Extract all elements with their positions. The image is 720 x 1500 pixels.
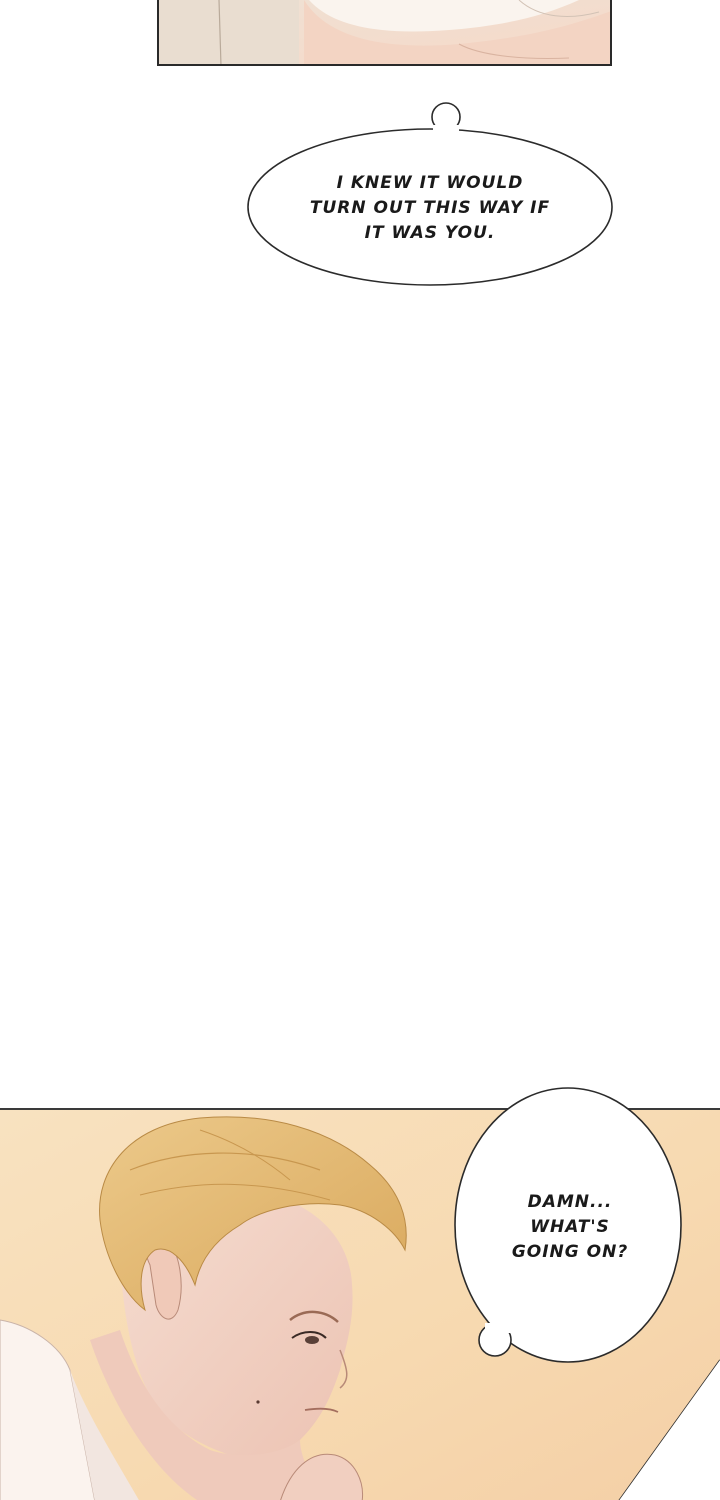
bubble-1-line-2: TURN OUT THIS WAY IF xyxy=(309,198,551,218)
bubble-2-line-1: DAMN... xyxy=(527,1192,613,1212)
bubble-2-line-2: WHAT'S xyxy=(530,1217,610,1237)
speech-bubble-2: DAMN... WHAT'S GOING ON? xyxy=(450,1085,690,1375)
speech-bubble-1-text: I KNEW IT WOULD TURN OUT THIS WAY IF IT … xyxy=(280,171,580,246)
speech-bubble-2-text: DAMN... WHAT'S GOING ON? xyxy=(470,1190,670,1265)
bubble-1-line-3: IT WAS YOU. xyxy=(364,223,496,243)
top-panel-illustration xyxy=(159,0,610,64)
top-panel-artwork xyxy=(157,0,612,66)
bubble-2-line-3: GOING ON? xyxy=(511,1242,629,1262)
bubble-1-line-1: I KNEW IT WOULD xyxy=(336,173,524,193)
speech-bubble-1: I KNEW IT WOULD TURN OUT THIS WAY IF IT … xyxy=(240,95,620,295)
